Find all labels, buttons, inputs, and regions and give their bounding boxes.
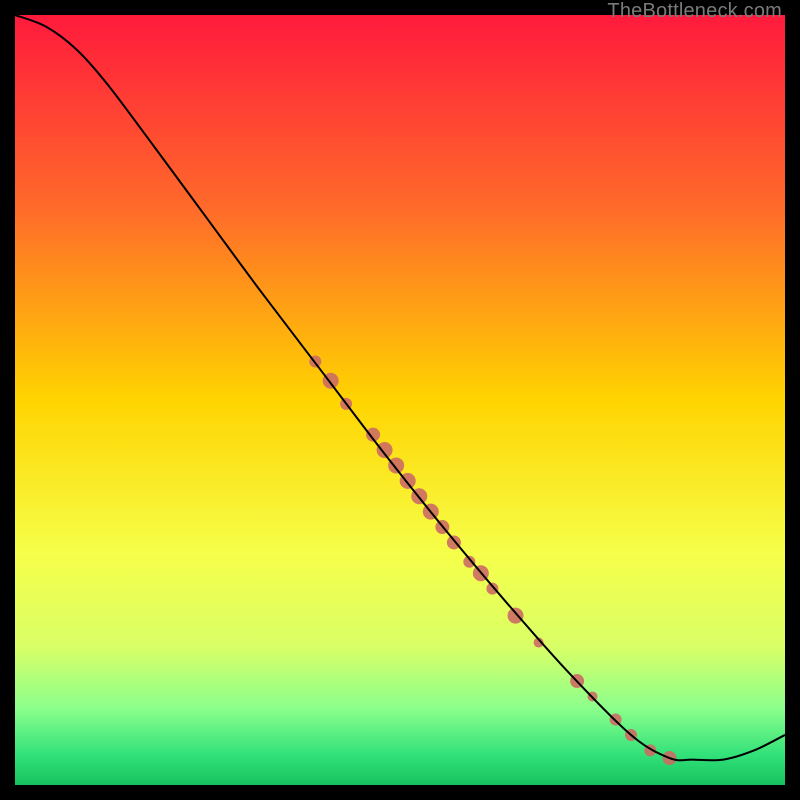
chart-frame: TheBottleneck.com	[0, 0, 800, 800]
data-point	[508, 608, 524, 624]
watermark-text: TheBottleneck.com	[607, 0, 782, 23]
data-point	[377, 442, 393, 458]
gradient-background	[15, 15, 785, 785]
data-point	[486, 583, 498, 595]
data-point	[388, 457, 404, 473]
chart-plot	[15, 15, 785, 785]
